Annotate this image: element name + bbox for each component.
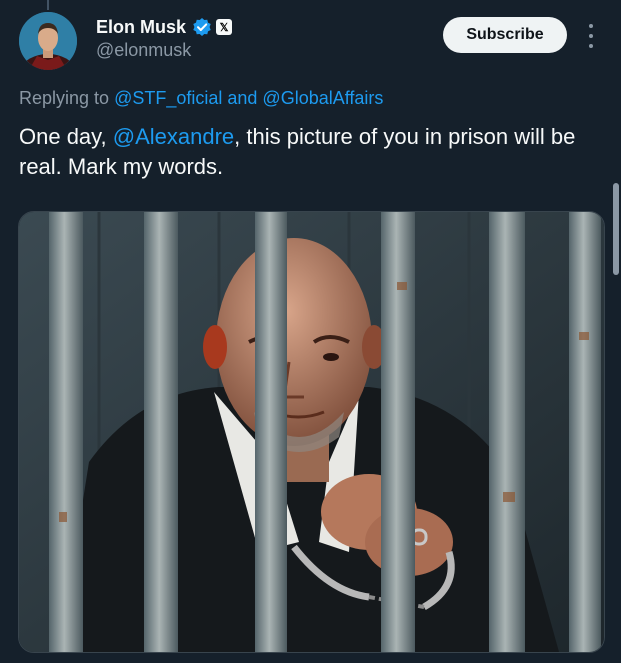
- author-display-name[interactable]: Elon Musk: [96, 17, 186, 38]
- tweet-media-photo[interactable]: [18, 211, 605, 653]
- more-vertical-icon[interactable]: [582, 24, 600, 48]
- replying-prefix: Replying to: [19, 88, 115, 108]
- replying-to-line: Replying to @STF_oficial and @GlobalAffa…: [19, 88, 383, 109]
- author-handle[interactable]: @elonmusk: [96, 40, 232, 61]
- author-name-row: Elon Musk 𝕏: [96, 16, 233, 38]
- author-block: Elon Musk 𝕏 @elonmusk: [96, 16, 233, 61]
- x-logo-icon[interactable]: 𝕏: [216, 19, 233, 35]
- subscribe-button[interactable]: Subscribe: [443, 17, 567, 53]
- tweet-text-part1: One day,: [19, 124, 113, 149]
- tweet-text: One day, @Alexandre, this picture of you…: [19, 122, 609, 182]
- avatar[interactable]: [19, 12, 77, 70]
- replying-conjunction[interactable]: and: [222, 88, 262, 108]
- scrollbar-thumb[interactable]: [613, 183, 619, 275]
- verified-badge-icon[interactable]: [192, 17, 212, 37]
- thread-connector-line: [47, 0, 49, 10]
- mention-link-globalaffairs[interactable]: @GlobalAffairs: [262, 88, 383, 108]
- mention-link-alexandre[interactable]: @Alexandre: [113, 124, 234, 149]
- mention-link-stf[interactable]: @STF_oficial: [114, 88, 222, 108]
